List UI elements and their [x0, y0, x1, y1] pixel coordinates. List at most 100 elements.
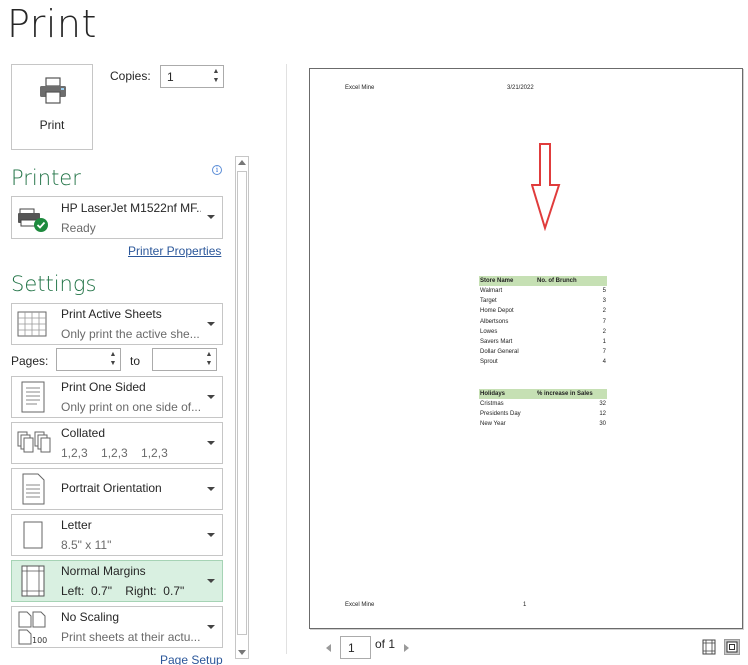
collation-dropdown[interactable]: Collated 1,2,3 1,2,3 1,2,3 [11, 422, 223, 464]
settings-section-title: Settings [11, 272, 97, 296]
print-preview-page: Excel Mine 3/21/2022 Store Name No. of B… [309, 68, 743, 629]
panel-divider [286, 64, 287, 654]
table-row: Presidents Day 12 [479, 409, 607, 419]
scrollbar-thumb[interactable] [237, 171, 247, 635]
preview-header-right: 3/21/2022 [507, 85, 534, 91]
scaling-dropdown[interactable]: 100 No Scaling Print sheets at their act… [11, 606, 223, 648]
pages-to-input[interactable]: ▲ ▼ [152, 348, 217, 371]
sides-dropdown[interactable]: Print One Sided Only print on one side o… [11, 376, 223, 418]
margins-icon [21, 565, 45, 597]
brunch-count-cell: 3 [602, 298, 606, 305]
previous-page-icon[interactable] [326, 644, 331, 652]
print-button-label: Print [39, 118, 65, 132]
printer-name: HP LaserJet M1522nf MF... [61, 201, 201, 215]
paper-size-dropdown[interactable]: Letter 8.5" x 11" [11, 514, 223, 556]
scroll-down-icon[interactable] [238, 650, 246, 655]
zoom-to-page-icon [726, 641, 738, 653]
sheet-grid-icon [17, 311, 47, 337]
copies-spinner-arrows[interactable]: ▲ ▼ [211, 67, 221, 86]
print-what-title: Print Active Sheets [61, 307, 162, 321]
printer-properties-link[interactable]: Printer Properties [128, 244, 221, 258]
scaling-title: No Scaling [61, 610, 120, 624]
printer-dropdown[interactable]: HP LaserJet M1522nf MF... Ready [11, 196, 223, 239]
chevron-down-icon [207, 625, 215, 629]
store-table: Store Name No. of Brunch Walmart 5 Target… [479, 276, 607, 368]
brunch-count-header: No. of Brunch [537, 278, 577, 284]
brunch-count-cell: 5 [602, 288, 606, 294]
next-page-icon[interactable] [404, 644, 409, 652]
margins-title: Normal Margins [61, 564, 146, 578]
store-name-header: Store Name [480, 278, 514, 284]
current-page-input[interactable]: 1 [340, 636, 371, 659]
brunch-count-cell: 7 [602, 318, 606, 325]
info-icon[interactable]: i [212, 165, 222, 175]
page-title: Print [7, 2, 97, 46]
preview-footer-left: Excel Mine [345, 602, 375, 608]
zoom-to-page-button[interactable] [724, 639, 740, 655]
printer-ready-icon [18, 208, 48, 232]
brunch-count-cell: 4 [602, 359, 606, 366]
pages-from-input[interactable]: ▲ ▼ [56, 348, 121, 371]
copies-input[interactable]: 1 ▲ ▼ [160, 65, 224, 88]
chevron-down-icon [207, 395, 215, 399]
store-name-cell: Savers Mart [480, 338, 513, 345]
sides-subtitle: Only print on one side of... [61, 400, 201, 414]
chevron-down-icon [207, 579, 215, 583]
store-name-cell: Lowes [480, 328, 498, 335]
orientation-dropdown[interactable]: Portrait Orientation [11, 468, 223, 510]
table-row: Albertsons 7 [479, 317, 607, 327]
store-name-cell: Home Depot [480, 308, 514, 315]
chevron-down-icon [207, 215, 215, 219]
brunch-count-cell: 2 [602, 308, 606, 315]
settings-scrollbar[interactable] [235, 156, 249, 659]
orientation-title: Portrait Orientation [61, 481, 162, 495]
scroll-up-icon[interactable] [238, 160, 246, 165]
page-setup-link[interactable]: Page Setup [160, 653, 223, 665]
pages-from-spinner[interactable]: ▲ ▼ [108, 350, 118, 369]
brunch-count-cell: 2 [602, 328, 606, 335]
printer-icon [40, 77, 66, 104]
store-name-cell: Target [480, 298, 497, 305]
sales-increase-cell: 12 [599, 411, 606, 418]
table-row: Savers Mart 1 [479, 337, 607, 347]
holidays-table-header: Holidays % increase in Sales [479, 389, 607, 399]
margins-dropdown[interactable]: Normal Margins Left: 0.7" Right: 0.7" [11, 560, 223, 602]
table-row: Walmart 5 [479, 286, 607, 296]
paper-size-subtitle: 8.5" x 11" [61, 538, 112, 552]
chevron-down-icon [207, 533, 215, 537]
sales-increase-header: % increase in Sales [537, 391, 593, 397]
store-name-cell: Sprout [480, 359, 498, 366]
holidays-header: Holidays [480, 391, 506, 397]
print-button[interactable]: Print [11, 64, 93, 150]
show-margins-button[interactable] [701, 639, 717, 655]
paper-size-icon [23, 521, 43, 549]
holiday-cell: Cristmas [480, 401, 504, 407]
collated-pages-icon [17, 431, 51, 453]
print-what-dropdown[interactable]: Print Active Sheets Only print the activ… [11, 303, 223, 345]
chevron-down-icon [207, 322, 215, 326]
holiday-cell: Presidents Day [480, 411, 521, 418]
paper-size-title: Letter [61, 518, 92, 532]
chevron-down-icon [207, 441, 215, 445]
table-row: Lowes 2 [479, 327, 607, 337]
printer-section-title: Printer [11, 166, 81, 190]
store-name-cell: Albertsons [480, 318, 509, 325]
table-row: Target 3 [479, 296, 607, 306]
store-name-cell: Walmart [480, 288, 503, 294]
pages-to-spinner[interactable]: ▲ ▼ [204, 350, 214, 369]
collation-subtitle: 1,2,3 1,2,3 1,2,3 [61, 446, 168, 460]
copies-value: 1 [167, 70, 174, 84]
margins-subtitle: Left: 0.7" Right: 0.7" [61, 584, 185, 598]
table-row: New Year 30 [479, 419, 607, 429]
svg-text:100: 100 [32, 636, 47, 645]
pages-to-label: to [130, 354, 141, 368]
page-count-label: of 1 [375, 637, 396, 651]
pages-label: Pages: [11, 354, 49, 368]
preview-header-left: Excel Mine [345, 85, 375, 91]
table-row: Dollar General 7 [479, 347, 607, 357]
holidays-table: Holidays % increase in Sales Cristmas 32 … [479, 389, 607, 430]
current-page-value: 1 [348, 641, 355, 655]
table-row: Cristmas 32 [479, 399, 607, 409]
brunch-count-cell: 7 [602, 349, 606, 356]
print-what-subtitle: Only print the active she... [61, 327, 200, 341]
